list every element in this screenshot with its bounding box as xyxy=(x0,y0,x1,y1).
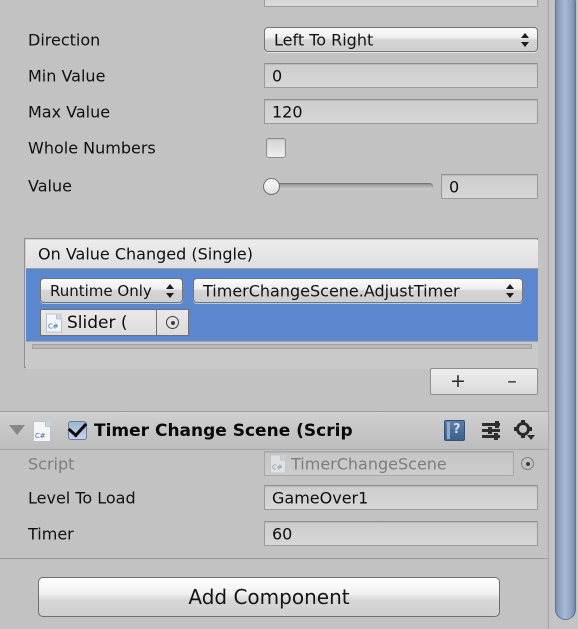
checkmark-icon xyxy=(67,417,88,438)
event-list-footer xyxy=(26,341,538,369)
help-book-icon[interactable] xyxy=(444,420,465,441)
add-component-button[interactable]: Add Component xyxy=(38,577,500,617)
property-row-whole-numbers: Whole Numbers xyxy=(0,134,549,162)
object-picker-icon[interactable] xyxy=(521,457,534,470)
preset-sliders-icon[interactable] xyxy=(482,421,504,440)
label-script: Script xyxy=(28,454,75,474)
label-value: Value xyxy=(28,176,72,196)
direction-dropdown-value: Left To Right xyxy=(274,30,374,49)
chevron-updown-icon xyxy=(506,283,515,299)
label-timer: Timer xyxy=(28,524,74,544)
scrollbar-gutter[interactable] xyxy=(548,0,578,629)
vertical-scrollbar[interactable] xyxy=(555,0,576,620)
csharp-script-icon xyxy=(33,421,51,442)
timer-text: 60 xyxy=(272,524,293,543)
event-list-scrollbar[interactable] xyxy=(32,344,532,349)
min-value-text: 0 xyxy=(272,66,283,85)
object-reference-field[interactable]: Slider ( xyxy=(40,309,157,336)
label-level-to-load: Level To Load xyxy=(28,488,136,508)
csharp-script-icon xyxy=(46,313,62,332)
property-row-timer: Timer 60 xyxy=(0,520,549,548)
property-row-max-value: Max Value 120 xyxy=(0,98,549,126)
on-value-changed-event-block: On Value Changed (Single) Runtime Only T… xyxy=(24,238,538,369)
add-component-label: Add Component xyxy=(188,585,350,609)
function-dropdown-value: TimerChangeScene.AdjustTimer xyxy=(203,281,460,300)
component-enabled-checkbox[interactable] xyxy=(67,417,88,440)
script-reference-text: TimerChangeScene xyxy=(291,454,447,473)
csharp-script-icon xyxy=(270,454,286,473)
event-header: On Value Changed (Single) xyxy=(26,240,538,269)
label-whole-numbers: Whole Numbers xyxy=(28,138,156,158)
property-row-min-value: Min Value 0 xyxy=(0,62,549,90)
function-dropdown[interactable]: TimerChangeScene.AdjustTimer xyxy=(193,278,523,303)
component-title: Timer Change Scene (Scrip xyxy=(94,420,353,441)
max-value-text: 120 xyxy=(272,102,303,121)
gear-dropdown-icon[interactable] xyxy=(514,420,535,441)
property-row-script: Script TimerChangeScene xyxy=(0,450,549,478)
section-divider xyxy=(0,558,549,559)
chevron-updown-icon xyxy=(166,283,175,299)
property-row-level-to-load: Level To Load GameOver1 xyxy=(0,484,549,512)
value-number-text: 0 xyxy=(449,177,460,196)
max-value-input[interactable]: 120 xyxy=(264,99,538,124)
whole-numbers-checkbox[interactable] xyxy=(266,138,286,158)
property-row-value: Value 0 xyxy=(0,172,549,200)
callback-state-dropdown[interactable]: Runtime Only xyxy=(40,278,183,303)
value-number-input[interactable]: 0 xyxy=(441,174,538,199)
add-event-button[interactable]: + xyxy=(431,369,485,394)
event-title: On Value Changed (Single) xyxy=(38,244,254,264)
label-max-value: Max Value xyxy=(28,102,111,122)
component-header-timer-change-scene[interactable]: Timer Change Scene (Scrip xyxy=(0,411,549,450)
property-row-direction: Direction Left To Right xyxy=(0,26,549,54)
level-to-load-text: GameOver1 xyxy=(272,488,369,507)
object-reference-text: Slider ( xyxy=(67,312,128,333)
label-min-value: Min Value xyxy=(28,66,106,86)
value-slider-thumb[interactable] xyxy=(263,178,280,195)
remove-event-button[interactable]: – xyxy=(485,369,539,394)
value-slider-track[interactable] xyxy=(266,183,433,190)
foldout-expanded-icon[interactable] xyxy=(9,425,25,435)
chevron-updown-icon xyxy=(521,32,530,48)
timer-input[interactable]: 60 xyxy=(264,521,538,546)
event-add-remove-buttons: + – xyxy=(430,368,538,395)
level-to-load-input[interactable]: GameOver1 xyxy=(264,485,538,510)
event-entry-row-selected[interactable]: Runtime Only TimerChangeScene.AdjustTime… xyxy=(26,269,538,341)
min-value-input[interactable]: 0 xyxy=(264,63,538,88)
label-direction: Direction xyxy=(28,30,101,50)
callback-state-value: Runtime Only xyxy=(50,281,152,300)
object-picker-icon xyxy=(166,316,179,329)
unity-inspector-panel: Direction Left To Right Min Value 0 Max … xyxy=(0,0,549,629)
cutoff-field-above[interactable] xyxy=(264,0,538,7)
direction-dropdown[interactable]: Left To Right xyxy=(264,27,538,52)
object-picker-button[interactable] xyxy=(157,309,189,336)
script-reference-field: TimerChangeScene xyxy=(264,451,514,476)
